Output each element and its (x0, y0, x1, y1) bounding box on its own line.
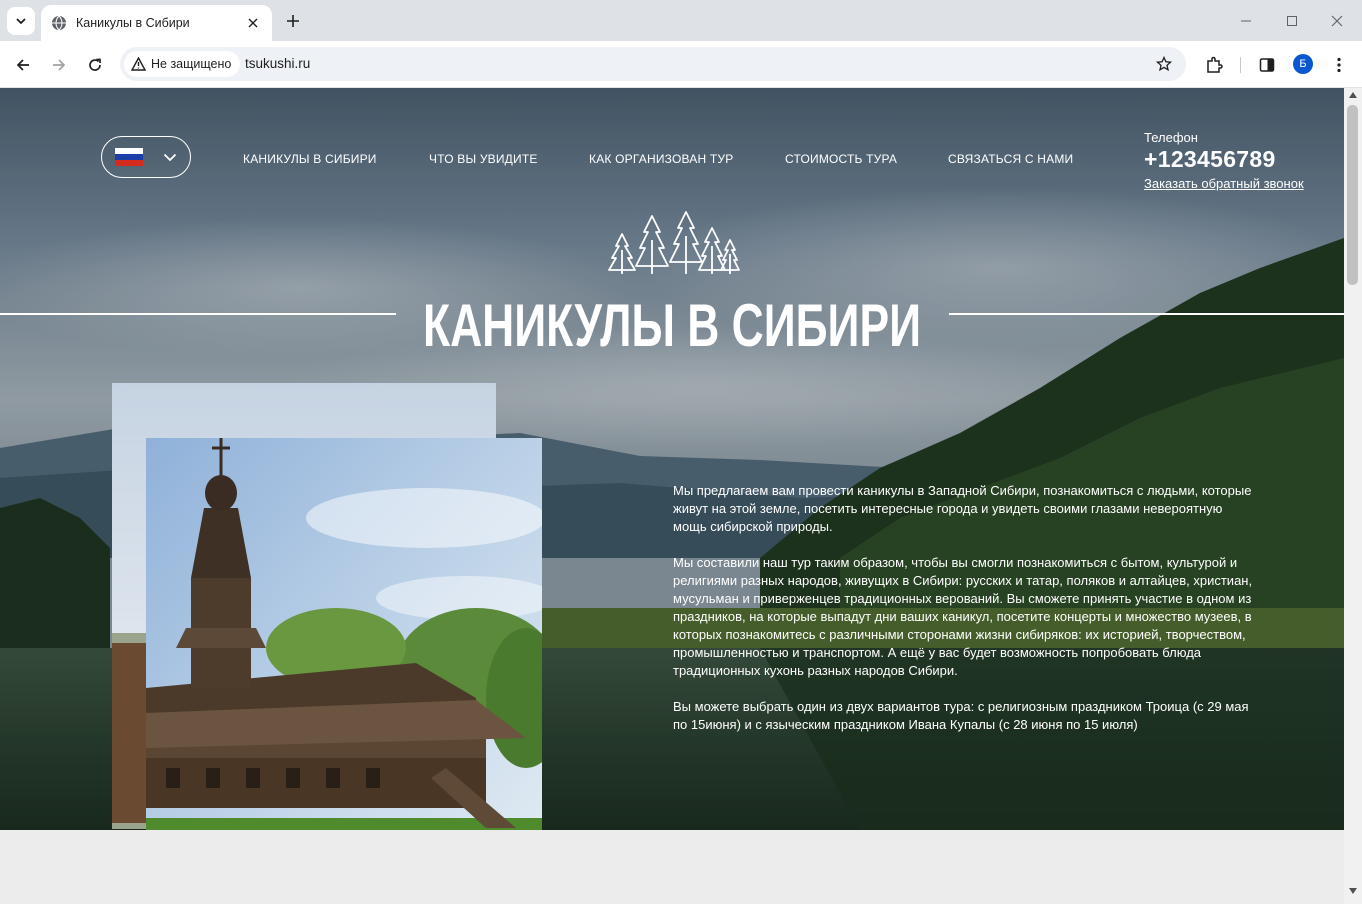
description-paragraph: Мы составили наш тур таким образом, чтоб… (673, 555, 1253, 678)
back-button[interactable] (9, 51, 37, 79)
title-rule-right (949, 313, 1344, 315)
site-security-chip[interactable]: Не защищено (124, 51, 241, 77)
description-paragraph: Мы предлагаем вам провести каникулы в За… (673, 483, 1252, 534)
language-selector[interactable] (101, 136, 191, 178)
hero-description: Мы предлагаем вам провести каникулы в За… (673, 482, 1253, 752)
tab-title: Каникулы в Сибири (76, 16, 190, 30)
scroll-up-arrow-icon[interactable] (1349, 92, 1357, 98)
security-label: Не защищено (151, 57, 232, 71)
arrow-left-icon (16, 59, 29, 71)
page-scrollbar[interactable] (1344, 88, 1362, 904)
tab-strip: Каникулы в Сибири (0, 0, 1362, 41)
browser-tab-active[interactable]: Каникулы в Сибири (41, 5, 272, 41)
profile-avatar[interactable]: Б (1293, 54, 1313, 74)
russian-flag-icon (115, 148, 143, 166)
scroll-down-arrow-icon[interactable] (1349, 888, 1357, 894)
nav-link-what-you-see[interactable]: ЧТО ВЫ УВИДИТЕ (429, 152, 538, 166)
maximize-button[interactable] (1279, 8, 1305, 34)
hero-section: КАНИКУЛЫ В СИБИРИ ЧТО ВЫ УВИДИТЕ КАК ОРГ… (0, 88, 1344, 830)
flag-stripe-red (115, 160, 143, 166)
chevron-down-icon (163, 153, 177, 162)
reload-icon (89, 58, 101, 71)
forward-button[interactable] (45, 51, 73, 79)
phone-label: Телефон (1144, 130, 1198, 145)
warning-icon (131, 57, 146, 71)
nav-link-siberia-holidays[interactable]: КАНИКУЛЫ В СИБИРИ (243, 152, 377, 166)
arrow-right-icon (53, 59, 66, 71)
extensions-icon[interactable] (1202, 53, 1226, 77)
callback-request-link[interactable]: Заказать обратный звонок (1144, 176, 1304, 191)
phone-block: Телефон +123456789 Заказать обратный зво… (1144, 130, 1304, 191)
new-tab-button[interactable] (280, 10, 306, 32)
hero-title: КАНИКУЛЫ В СИБИРИ (423, 292, 921, 359)
description-paragraph: Вы можете выбрать один из двух вариантов… (673, 699, 1249, 732)
wooden-church-photo (146, 438, 542, 830)
page-viewport: КАНИКУЛЫ В СИБИРИ ЧТО ВЫ УВИДИТЕ КАК ОРГ… (0, 88, 1362, 904)
globe-icon (51, 15, 67, 31)
title-rule-left (0, 313, 396, 315)
browser-toolbar: Не защищено tsukushi.ru Б (0, 41, 1362, 88)
phone-number[interactable]: +123456789 (1144, 146, 1304, 173)
toolbar-separator (1240, 57, 1241, 73)
chevron-down-icon (16, 18, 26, 25)
reload-button[interactable] (81, 51, 109, 79)
close-window-button[interactable] (1324, 8, 1350, 34)
minimize-button[interactable] (1233, 8, 1259, 34)
scrollbar-thumb[interactable] (1347, 105, 1358, 285)
tab-search-button[interactable] (7, 7, 35, 35)
forest-trees-logo-icon (608, 211, 740, 274)
minimize-icon (1241, 20, 1251, 22)
url-text[interactable]: tsukushi.ru (245, 56, 310, 71)
bookmark-star-icon[interactable] (1154, 54, 1174, 74)
plus-icon (287, 15, 299, 27)
nav-link-tour-price[interactable]: СТОИМОСТЬ ТУРА (785, 152, 897, 166)
more-menu-icon[interactable] (1327, 53, 1351, 77)
photo-wooden-church (146, 438, 542, 830)
maximize-icon (1287, 16, 1297, 26)
address-bar[interactable]: Не защищено tsukushi.ru (120, 47, 1186, 81)
close-tab-icon[interactable] (244, 14, 262, 32)
nav-link-tour-organization[interactable]: КАК ОРГАНИЗОВАН ТУР (589, 152, 733, 166)
nav-link-contact[interactable]: СВЯЗАТЬСЯ С НАМИ (948, 152, 1073, 166)
side-panel-icon[interactable] (1255, 53, 1279, 77)
close-icon (1331, 15, 1343, 27)
